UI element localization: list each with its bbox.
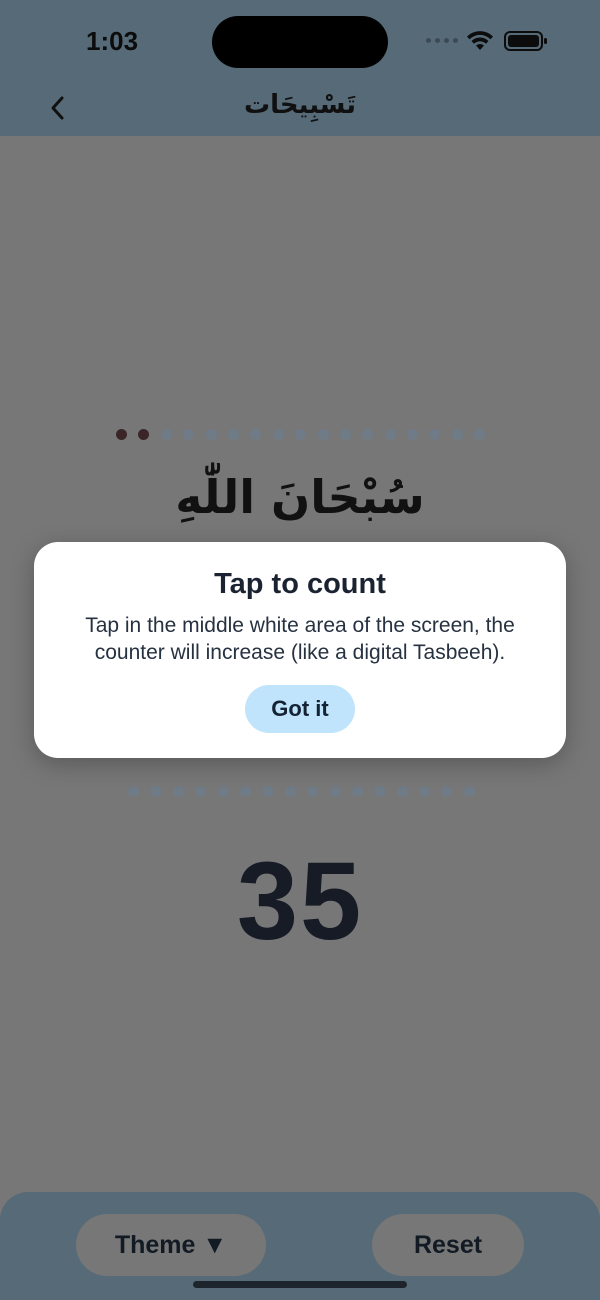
reset-button[interactable]: Reset bbox=[372, 1214, 524, 1276]
status-time: 1:03 bbox=[86, 26, 139, 56]
count-dot bbox=[396, 786, 408, 797]
progress-dot bbox=[384, 429, 396, 440]
status-bar: 1:03 bbox=[0, 0, 600, 80]
progress-dot bbox=[250, 429, 262, 440]
got-it-button[interactable]: Got it bbox=[245, 685, 355, 733]
progress-dot bbox=[116, 429, 127, 440]
nav-bar: تَسْبِيحَات bbox=[0, 80, 600, 136]
dynamic-island bbox=[212, 16, 388, 68]
count-dots bbox=[128, 786, 475, 797]
battery-icon bbox=[504, 31, 547, 51]
tap-counter[interactable]: 35 bbox=[0, 838, 600, 965]
count-dot bbox=[217, 786, 229, 797]
progress-dot bbox=[138, 429, 150, 440]
home-indicator bbox=[193, 1281, 407, 1288]
progress-dot bbox=[160, 429, 172, 440]
progress-dot bbox=[317, 429, 329, 440]
theme-button[interactable]: Theme ▼ bbox=[76, 1214, 266, 1276]
progress-dot bbox=[451, 429, 463, 440]
count-dot bbox=[262, 786, 274, 797]
count-dot bbox=[441, 786, 453, 797]
progress-dot bbox=[474, 429, 486, 440]
count-dot bbox=[307, 786, 319, 797]
progress-dot bbox=[272, 429, 284, 440]
count-dot bbox=[150, 786, 162, 797]
count-dot bbox=[374, 786, 386, 797]
count-dot bbox=[195, 786, 207, 797]
dhikr-phrase: سُبْحَانَ اللّٰهِ bbox=[175, 470, 425, 524]
progress-dot bbox=[205, 429, 217, 440]
bottom-bar: Theme ▼ Reset bbox=[0, 1192, 600, 1300]
count-dot bbox=[239, 786, 251, 797]
progress-dot bbox=[183, 429, 195, 440]
progress-dot bbox=[339, 429, 351, 440]
progress-dot bbox=[295, 429, 307, 440]
count-dot bbox=[172, 786, 184, 797]
count-dot bbox=[351, 786, 363, 797]
count-dot bbox=[128, 786, 139, 797]
page-title: تَسْبِيحَات bbox=[243, 90, 357, 120]
count-dot bbox=[329, 786, 341, 797]
wifi-icon bbox=[467, 31, 493, 50]
tap-to-count-dialog: Tap to count Tap in the middle white are… bbox=[34, 542, 566, 758]
progress-dot bbox=[227, 429, 239, 440]
dialog-title: Tap to count bbox=[214, 568, 386, 600]
dialog-message: Tap in the middle white area of the scre… bbox=[85, 614, 515, 664]
signal-icon bbox=[426, 38, 458, 43]
progress-dot bbox=[429, 429, 441, 440]
count-dot bbox=[463, 786, 475, 797]
progress-dot bbox=[407, 429, 419, 440]
progress-dots bbox=[116, 429, 486, 440]
progress-dot bbox=[362, 429, 374, 440]
count-dot bbox=[419, 786, 431, 797]
count-dot bbox=[284, 786, 296, 797]
